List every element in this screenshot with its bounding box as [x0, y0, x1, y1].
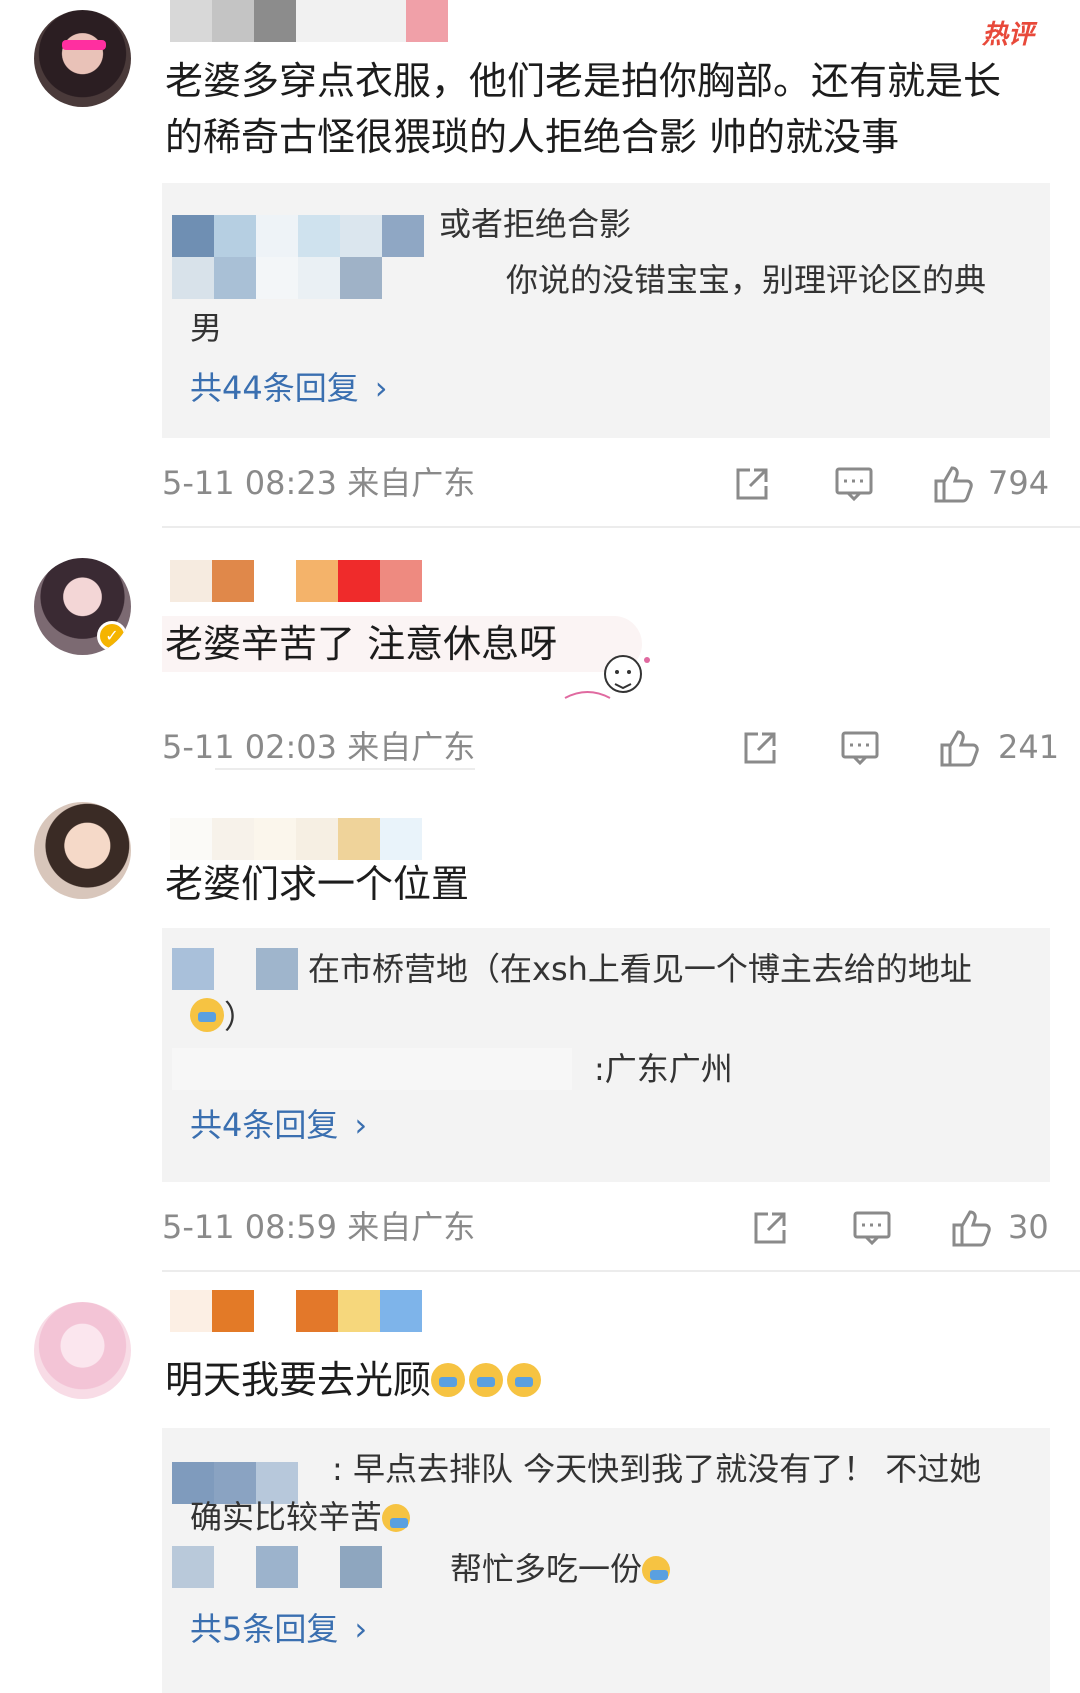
crying-emoji-icon: [642, 1556, 671, 1584]
chevron-right-icon: ›: [354, 1610, 368, 1648]
more-replies-label: 共5条回复: [190, 1610, 339, 1648]
reply-text: 或者拒绝合影: [439, 205, 632, 243]
like-count: 30: [1008, 1208, 1049, 1246]
reply-username-mosaic: [172, 948, 298, 990]
more-replies-link[interactable]: 共4条回复 ›: [190, 1100, 367, 1150]
reply-text: :广东广州: [594, 1050, 733, 1088]
comment-text-part: 明天我要去光顾: [165, 1358, 432, 1402]
avatar[interactable]: [34, 802, 131, 899]
reply-text-part: 确实比较辛苦: [190, 1498, 383, 1536]
username-mosaic[interactable]: [170, 560, 422, 604]
like-count: 794: [988, 464, 1050, 502]
reply-text: 你说的没错宝宝，别理评论区的典: [506, 261, 987, 299]
comment-item: 老婆们求一个位置 在市桥营地（在xsh上看见一个博主去给的地址 ） :广东广州 …: [0, 776, 1080, 1272]
bear-sticker-icon: [564, 655, 650, 699]
comment-item: ✓ 老婆辛苦了 注意休息呀 5-11 02:03 来自广东 241: [0, 530, 1080, 776]
comment-icon[interactable]: [852, 1208, 892, 1248]
share-icon[interactable]: [732, 464, 772, 504]
comment-item: 明天我要去光顾 : 早点去排队 今天快到我了就没有了！ 不过她 确实比较辛苦 帮…: [0, 1272, 1080, 1693]
avatar[interactable]: ✓: [34, 558, 131, 655]
avatar[interactable]: [34, 10, 131, 107]
reply-box[interactable]: 或者拒绝合影 你说的没错宝宝，别理评论区的典 男 共44条回复 ›: [162, 183, 1050, 438]
comment-text: 老婆们求一个位置: [165, 862, 470, 906]
avatar[interactable]: [34, 1302, 131, 1399]
more-replies-link[interactable]: 共44条回复 ›: [190, 363, 388, 413]
reply-text-part: 帮忙多吃一份: [450, 1550, 643, 1588]
crying-emoji-icon: [469, 1363, 504, 1397]
comment-meta: 5-11 08:23 来自广东 794: [162, 458, 1050, 508]
comment-text-line: 的稀奇古怪很猥琐的人拒绝合影 帅的就没事: [165, 115, 900, 159]
crying-emoji-icon: [190, 998, 224, 1032]
timestamp-location: 5-11 08:59 来自广东: [162, 1208, 476, 1246]
crying-emoji-icon: [382, 1504, 411, 1532]
like-icon[interactable]: [938, 728, 980, 768]
reply-username-mosaic: [172, 215, 424, 257]
comment-icon[interactable]: [840, 728, 880, 768]
comment-item: 热评 老婆多穿点衣服，他们老是拍你胸部。还有就是长 的稀奇古怪很猥琐的人拒绝合影…: [0, 0, 1080, 530]
share-icon[interactable]: [750, 1208, 790, 1248]
reply-text: : 早点去排队 今天快到我了就没有了！ 不过她: [332, 1450, 982, 1488]
comment-text: 明天我要去光顾: [165, 1352, 1045, 1408]
divider: [162, 526, 1080, 528]
timestamp-location: 5-11 08:23 来自广东: [162, 464, 476, 502]
like-icon[interactable]: [932, 464, 974, 504]
comment-meta: 5-11 08:59 来自广东 30: [162, 1202, 1050, 1252]
reply-text: 确实比较辛苦: [190, 1492, 411, 1542]
like-count: 241: [998, 728, 1060, 766]
username-mosaic[interactable]: [170, 1290, 422, 1334]
reply-text-part: ）: [224, 998, 257, 1036]
reply-text: 帮忙多吃一份: [450, 1544, 671, 1594]
comment-icon[interactable]: [834, 464, 874, 504]
comment-text-line: 老婆多穿点衣服，他们老是拍你胸部。还有就是长: [165, 59, 1002, 103]
reply-username-mosaic: [172, 257, 382, 299]
timestamp-location: 5-11 02:03 来自广东: [162, 728, 476, 766]
reply-box[interactable]: : 早点去排队 今天快到我了就没有了！ 不过她 确实比较辛苦 帮忙多吃一份 共5…: [162, 1428, 1050, 1693]
like-icon[interactable]: [950, 1208, 992, 1248]
more-replies-label: 共44条回复: [190, 369, 359, 407]
divider: [215, 768, 475, 770]
more-replies-label: 共4条回复: [190, 1106, 339, 1144]
comment-text: 老婆多穿点衣服，他们老是拍你胸部。还有就是长 的稀奇古怪很猥琐的人拒绝合影 帅的…: [165, 53, 1045, 165]
reply-username-mosaic: [172, 1546, 382, 1588]
chevron-right-icon: ›: [374, 369, 388, 407]
reply-text: 在市桥营地（在xsh上看见一个博主去给的地址: [308, 950, 972, 988]
comment-meta: 5-11 02:03 来自广东 241: [162, 722, 1059, 772]
reply-username-mosaic: [172, 1048, 572, 1090]
username-mosaic[interactable]: [170, 0, 448, 44]
share-icon[interactable]: [740, 728, 780, 768]
reply-text: 男: [190, 309, 223, 347]
reply-box[interactable]: 在市桥营地（在xsh上看见一个博主去给的地址 ） :广东广州 共4条回复 ›: [162, 928, 1050, 1182]
more-replies-link[interactable]: 共5条回复 ›: [190, 1604, 367, 1654]
chevron-right-icon: ›: [354, 1106, 368, 1144]
verified-badge-icon: ✓: [97, 621, 127, 651]
crying-emoji-icon: [431, 1363, 466, 1397]
hot-comment-badge: 热评: [981, 20, 1034, 50]
reply-text: ）: [190, 992, 256, 1042]
crying-emoji-icon: [507, 1363, 542, 1397]
